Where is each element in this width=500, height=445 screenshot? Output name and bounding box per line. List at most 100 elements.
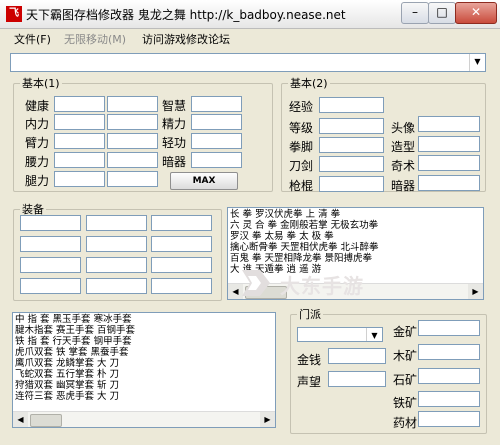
sect-legend: 门派: [299, 308, 321, 321]
list-item[interactable]: 腱木指套 赛王手套 百钢手套: [15, 326, 135, 336]
window-title: 天下霸图存档修改器 鬼龙之舞 http://k_badboy.nease.net: [26, 8, 346, 22]
max-button[interactable]: MAX: [170, 172, 238, 190]
energy-field[interactable]: [191, 114, 242, 130]
equip-slot-8[interactable]: [86, 257, 147, 273]
label-experience: 经验: [289, 100, 314, 114]
equip-slot-9[interactable]: [151, 257, 212, 273]
watermark-logo-icon: [242, 270, 270, 296]
app-icon: 飞: [6, 6, 22, 22]
items-scroll-thumb[interactable]: [30, 414, 62, 427]
equip-slot-10[interactable]: [20, 278, 81, 294]
items-listbox[interactable]: 中 指 套 黑玉手套 寒冰手套 腱木指套 赛王手套 百钢手套 铁 指 套 行天手…: [12, 312, 276, 428]
health-field-1[interactable]: [54, 96, 105, 112]
label-avatar: 头像: [391, 121, 416, 135]
chevron-down-icon[interactable]: ▼: [469, 54, 485, 71]
inner-power-field-2[interactable]: [107, 114, 158, 130]
items-scrollbar[interactable]: ◀ ▶: [13, 411, 275, 427]
chevron-down-icon[interactable]: ▼: [366, 328, 382, 341]
wisdom-field[interactable]: [191, 96, 242, 112]
watermark: 大东手游: [238, 266, 398, 300]
money-field[interactable]: [328, 348, 386, 364]
menu-file[interactable]: 文件(F): [14, 31, 51, 47]
label-arm-strength: 臂力: [25, 136, 50, 150]
equip-slot-3[interactable]: [151, 215, 212, 231]
label-health: 健康: [25, 99, 50, 113]
equip-slot-11[interactable]: [86, 278, 147, 294]
maximize-button[interactable]: □: [428, 2, 456, 24]
equip-slot-4[interactable]: [20, 236, 81, 252]
arm-strength-field-1[interactable]: [54, 133, 105, 149]
reputation-field[interactable]: [328, 371, 386, 387]
label-waist-strength: 腰力: [25, 155, 50, 169]
label-hidden-weapon-2: 暗器: [391, 179, 416, 193]
scroll-right-icon[interactable]: ▶: [468, 284, 483, 299]
label-magic: 奇术: [391, 159, 416, 173]
list-item[interactable]: 鹰爪双套 龙鳞掌套 大 刀: [15, 359, 119, 369]
gold-ore-field[interactable]: [418, 320, 480, 336]
iron-ore-field[interactable]: [418, 391, 480, 407]
fist-kick-field[interactable]: [319, 137, 384, 153]
list-item[interactable]: 中 指 套 黑玉手套 寒冰手套: [15, 315, 132, 325]
equip-slot-2[interactable]: [86, 215, 147, 231]
label-energy: 精力: [162, 117, 187, 131]
leg-strength-field-1[interactable]: [54, 171, 105, 187]
hidden-weapon-2-field[interactable]: [418, 175, 480, 191]
list-item[interactable]: 飞蛇双套 五行掌套 朴 刀: [15, 370, 119, 380]
blade-sword-field[interactable]: [319, 156, 384, 172]
label-leg-strength: 腿力: [25, 174, 50, 188]
basic2-legend: 基本(2): [290, 77, 328, 90]
label-level: 等级: [289, 121, 314, 135]
list-item[interactable]: 连符三套 恶虎手套 大 刀: [15, 392, 119, 402]
list-item[interactable]: 罗汉 拳 太易 拳 太 极 拳: [230, 232, 334, 242]
waist-strength-field-2[interactable]: [107, 152, 158, 168]
label-inner-power: 内力: [25, 117, 50, 131]
stone-ore-field[interactable]: [418, 368, 480, 384]
list-item[interactable]: 狩猎双套 幽冥掌套 斩 刀: [15, 381, 119, 391]
sect-combo[interactable]: ▼: [297, 327, 383, 342]
scroll-right-icon[interactable]: ▶: [260, 412, 275, 427]
wood-ore-field[interactable]: [418, 344, 480, 360]
experience-field[interactable]: [319, 97, 384, 113]
avatar-field[interactable]: [418, 116, 480, 132]
leg-strength-field-2[interactable]: [107, 171, 158, 187]
label-reputation: 声望: [297, 375, 322, 389]
equip-slot-1[interactable]: [20, 215, 81, 231]
list-item[interactable]: 擒心断骨拳 天罡相伏虎拳 北斗醉拳: [230, 243, 379, 253]
label-hidden-weapon: 暗器: [162, 155, 187, 169]
minimize-button[interactable]: –: [401, 2, 429, 24]
model-field[interactable]: [418, 136, 480, 152]
label-wood-ore: 木矿: [393, 349, 418, 363]
waist-strength-field-1[interactable]: [54, 152, 105, 168]
save-file-combo[interactable]: ▼: [10, 53, 486, 72]
equip-slot-5[interactable]: [86, 236, 147, 252]
label-lightness: 轻功: [162, 136, 187, 150]
equip-slot-12[interactable]: [151, 278, 212, 294]
list-item[interactable]: 铁 指 套 行天手套 钢甲手套: [15, 337, 132, 347]
inner-power-field-1[interactable]: [54, 114, 105, 130]
level-field[interactable]: [319, 118, 384, 134]
equip-slot-7[interactable]: [20, 257, 81, 273]
basic1-legend: 基本(1): [22, 77, 60, 90]
list-item[interactable]: 虎爪双套 铁 掌套 黑蚕手套: [15, 348, 129, 358]
label-money: 金钱: [297, 353, 322, 367]
label-spear-staff: 枪棍: [289, 179, 314, 193]
menu-infinite-move[interactable]: 无限移动(M): [64, 31, 126, 47]
arm-strength-field-2[interactable]: [107, 133, 158, 149]
equip-slot-6[interactable]: [151, 236, 212, 252]
hidden-weapon-field[interactable]: [191, 152, 242, 168]
spear-staff-field[interactable]: [319, 176, 384, 192]
close-button[interactable]: ✕: [455, 2, 497, 24]
magic-field[interactable]: [418, 155, 480, 171]
label-model: 造型: [391, 140, 416, 154]
health-field-2[interactable]: [107, 96, 158, 112]
lightness-field[interactable]: [191, 133, 242, 149]
herbs-field[interactable]: [418, 411, 480, 427]
menu-visit-forum[interactable]: 访问游戏修改论坛: [142, 31, 230, 47]
list-item[interactable]: 六 灵 合 拳 金刚般若掌 无极玄功拳: [230, 221, 378, 231]
list-item[interactable]: 长 拳 罗汉伏虎拳 上 清 拳: [230, 210, 340, 220]
label-wisdom: 智慧: [162, 99, 187, 113]
label-blade-sword: 刀剑: [289, 159, 314, 173]
list-item[interactable]: 百鬼 拳 天罡相降龙拳 景阳搏虎拳: [230, 254, 372, 264]
scroll-left-icon[interactable]: ◀: [13, 412, 28, 427]
label-stone-ore: 石矿: [393, 373, 418, 387]
